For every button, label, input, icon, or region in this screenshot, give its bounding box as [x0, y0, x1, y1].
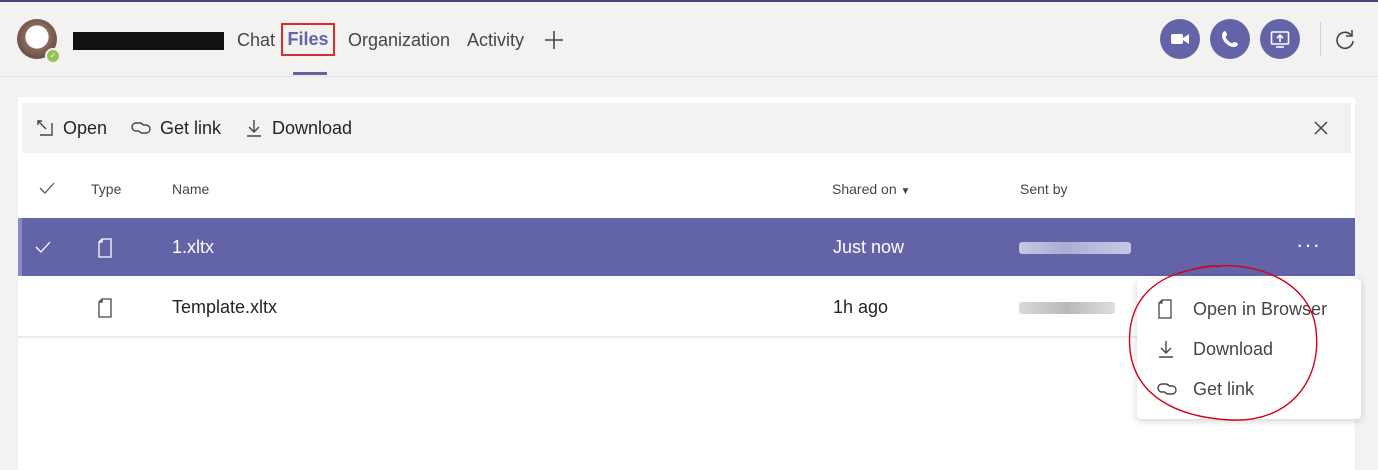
file-name[interactable]: Template.xltx: [172, 297, 277, 318]
files-toolbar: Open Get link Download: [22, 103, 1351, 153]
open-label: Open: [63, 117, 108, 138]
audio-call-icon: [1222, 31, 1238, 47]
presence-available-icon: ✓: [45, 48, 61, 64]
context-menu: Open in Browser Download Get link: [1137, 279, 1361, 419]
video-call-icon: [1171, 34, 1189, 44]
column-shared-on[interactable]: Shared on ▼: [832, 181, 910, 197]
get-link-label: Get link: [160, 117, 222, 138]
header-divider: [1320, 22, 1321, 56]
menu-item-get-link[interactable]: Get link: [1137, 369, 1361, 409]
chat-header: ✓ Chat Files Organization Activity: [0, 2, 1378, 77]
video-call-button[interactable]: [1160, 19, 1200, 59]
share-screen-button[interactable]: [1260, 19, 1300, 59]
checkmark-icon: [35, 241, 51, 253]
file-name[interactable]: 1.xltx: [172, 237, 214, 258]
sender-name-redacted: [1019, 242, 1131, 254]
get-link-button[interactable]: Get link: [131, 116, 221, 140]
audio-call-button[interactable]: [1210, 19, 1250, 59]
column-sent-by[interactable]: Sent by: [1020, 181, 1067, 197]
table-row[interactable]: 1.xltx Just now ···: [18, 218, 1355, 276]
menu-item-label: Download: [1193, 338, 1274, 359]
open-button[interactable]: Open: [36, 116, 107, 140]
column-shared-on-label: Shared on: [832, 181, 897, 197]
download-icon: [247, 120, 261, 137]
menu-item-open-in-browser[interactable]: Open in Browser: [1137, 289, 1361, 329]
close-icon[interactable]: [1312, 119, 1330, 137]
file-icon: [97, 298, 113, 323]
open-icon: [37, 120, 53, 136]
row-checkbox[interactable]: [35, 238, 51, 259]
menu-item-label: Open in Browser: [1193, 298, 1328, 319]
file-icon: [97, 238, 113, 263]
download-label: Download: [272, 117, 353, 138]
shared-on-value: Just now: [833, 237, 905, 257]
more-options-icon[interactable]: ···: [1296, 234, 1321, 256]
download-icon: [1159, 341, 1173, 358]
column-name[interactable]: Name: [172, 181, 209, 197]
sort-descending-icon: ▼: [900, 186, 911, 197]
sender-name-redacted: [1019, 302, 1115, 314]
checkmark-icon: [39, 182, 55, 194]
contact-name-redacted: [73, 32, 224, 50]
file-icon: [1158, 299, 1172, 319]
add-tab-icon[interactable]: [543, 29, 565, 51]
menu-item-label: Get link: [1193, 378, 1255, 399]
download-button[interactable]: Download: [245, 116, 352, 140]
tab-files[interactable]: Files: [281, 23, 335, 56]
tab-chat[interactable]: Chat: [237, 30, 275, 51]
refresh-icon[interactable]: [1334, 29, 1356, 51]
tab-activity[interactable]: Activity: [467, 30, 524, 51]
tab-organization[interactable]: Organization: [348, 30, 450, 51]
active-tab-indicator: [293, 72, 327, 75]
shared-on-value: 1h ago: [833, 297, 889, 317]
select-all-checkbox[interactable]: [39, 181, 55, 198]
share-screen-icon: [1270, 31, 1290, 48]
menu-item-download[interactable]: Download: [1137, 329, 1361, 369]
table-header: Type Name Shared on ▼ Sent by: [18, 157, 1355, 215]
link-icon: [1157, 383, 1177, 395]
link-icon: [131, 122, 151, 134]
column-type[interactable]: Type: [91, 181, 121, 197]
